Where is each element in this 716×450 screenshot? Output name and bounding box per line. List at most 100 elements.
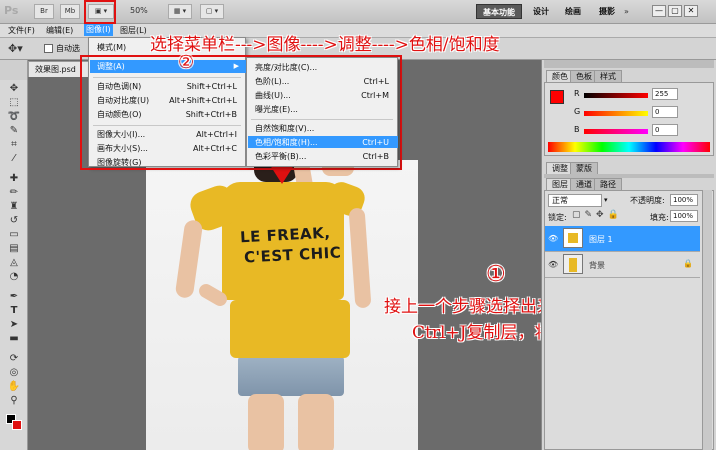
- move-tool-icon[interactable]: ✥: [7, 83, 21, 95]
- blend-mode-select[interactable]: 正常: [548, 194, 602, 207]
- healing-brush-tool-icon[interactable]: ✚: [7, 173, 21, 185]
- brush-tool-icon[interactable]: ✏: [7, 187, 21, 199]
- submenu-hue-saturation-shortcut: Ctrl+U: [362, 138, 389, 147]
- color-spectrum-bar[interactable]: [548, 142, 710, 152]
- submenu-color-balance[interactable]: 色彩平衡(B)...: [255, 151, 306, 162]
- marquee-tool-icon[interactable]: ⬚: [7, 97, 21, 109]
- model-left-leg: [248, 394, 284, 450]
- lock-icons[interactable]: ▢✎✥🔒: [572, 210, 623, 220]
- submenu-hue-saturation[interactable]: 色相/饱和度(H)...: [255, 137, 318, 148]
- b-value-field[interactable]: 0: [652, 124, 678, 136]
- model-right-leg: [298, 394, 334, 450]
- workspace-more-icon[interactable]: »: [624, 7, 629, 16]
- photo-canvas[interactable]: LE FREAK, C'EST CHIC: [146, 158, 418, 450]
- auto-select-checkbox[interactable]: [44, 44, 53, 53]
- zoom-level[interactable]: 50%: [130, 6, 148, 15]
- hand-tool-icon[interactable]: ✋: [7, 381, 21, 393]
- background-color-swatch[interactable]: [12, 420, 22, 430]
- g-value-field[interactable]: 0: [652, 106, 678, 118]
- step1-marker: ①: [486, 262, 506, 287]
- tab-styles[interactable]: 样式: [594, 70, 622, 82]
- layer-name[interactable]: 图层 1: [589, 234, 613, 245]
- application-bar: Ps Br Mb ▣ ▾ 50% ▦ ▾ ▢ ▾ 基本功能 设计 绘画 摄影 »…: [0, 0, 716, 24]
- dodge-tool-icon[interactable]: ◔: [7, 271, 21, 283]
- bridge-button[interactable]: Br: [34, 4, 54, 19]
- pen-tool-icon[interactable]: ✒: [7, 291, 21, 303]
- layer-row[interactable]: 👁 背景 🔒: [545, 252, 700, 278]
- tab-masks[interactable]: 蒙版: [570, 162, 598, 174]
- screen-mode-button[interactable]: ▢ ▾: [200, 4, 224, 19]
- menu-image[interactable]: 图像(I): [84, 24, 113, 36]
- workspace-paint[interactable]: 绘画: [562, 4, 584, 19]
- restore-button[interactable]: ▢: [668, 5, 682, 17]
- step2-instruction: 选择菜单栏--->图像---->调整---->色相/饱和度: [150, 35, 500, 55]
- move-tool-icon[interactable]: ✥▾: [8, 42, 23, 55]
- lasso-tool-icon[interactable]: ➰: [7, 111, 21, 123]
- zoom-tool-icon[interactable]: ⚲: [7, 395, 21, 407]
- crop-tool-icon[interactable]: ⌗: [7, 139, 21, 151]
- b-slider[interactable]: [584, 129, 648, 134]
- eraser-tool-icon[interactable]: ▭: [7, 229, 21, 241]
- r-value-field[interactable]: 255: [652, 88, 678, 100]
- type-tool-icon[interactable]: T: [7, 305, 21, 317]
- submenu-color-balance-shortcut: Ctrl+B: [362, 152, 389, 161]
- workspace-photo[interactable]: 摄影: [596, 4, 618, 19]
- submenu-exposure[interactable]: 曝光度(E)...: [255, 104, 298, 115]
- tab-paths[interactable]: 路径: [594, 178, 622, 190]
- menu-mode[interactable]: 模式(M): [97, 42, 126, 53]
- step2-marker: ②: [178, 52, 195, 73]
- opacity-label: 不透明度:: [630, 196, 665, 205]
- quick-select-tool-icon[interactable]: ✎: [7, 125, 21, 137]
- r-slider[interactable]: [584, 93, 648, 98]
- auto-select-label: 自动选: [56, 44, 80, 53]
- adjust-submenu: 亮度/对比度(C)... 色阶(L)... Ctrl+L 曲线(U)... Ct…: [246, 57, 398, 167]
- clone-stamp-tool-icon[interactable]: ♜: [7, 201, 21, 213]
- 3d-rotate-tool-icon[interactable]: ⟳: [7, 353, 21, 365]
- opacity-field[interactable]: 100%: [670, 194, 698, 206]
- fill-field[interactable]: 100%: [670, 210, 698, 222]
- submenu-levels-shortcut: Ctrl+L: [363, 77, 389, 86]
- b-label: B: [574, 125, 580, 134]
- submenu-curves[interactable]: 曲线(U)...: [255, 90, 291, 101]
- model-tshirt-hem: [230, 300, 350, 358]
- color-fg-swatch[interactable]: [550, 90, 564, 104]
- path-select-tool-icon[interactable]: ➤: [7, 319, 21, 331]
- toolbar-header: [0, 60, 28, 80]
- close-button[interactable]: ✕: [684, 5, 698, 17]
- menu-edit[interactable]: 编辑(E): [46, 25, 73, 37]
- submenu-vibrance[interactable]: 自然饱和度(V)...: [255, 123, 314, 134]
- gradient-tool-icon[interactable]: ▤: [7, 243, 21, 255]
- tools-panel: ✥ ⬚ ➰ ✎ ⌗ ⁄ ✚ ✏ ♜ ↺ ▭ ▤ ◬ ◔ ✒ T ➤ ▬ ⟳ ◎ …: [0, 80, 28, 450]
- shape-tool-icon[interactable]: ▬: [7, 333, 21, 345]
- 3d-orbit-tool-icon[interactable]: ◎: [7, 367, 21, 379]
- visibility-eye-icon[interactable]: 👁: [548, 260, 558, 269]
- menu-file[interactable]: 文件(F): [8, 25, 35, 37]
- panel-collapse-bar[interactable]: [544, 60, 714, 68]
- lock-label: 锁定:: [548, 213, 567, 222]
- r-label: R: [574, 89, 580, 98]
- eyedropper-tool-icon[interactable]: ⁄: [7, 153, 21, 165]
- menu-layer[interactable]: 图层(L): [120, 25, 147, 37]
- submenu-levels[interactable]: 色阶(L)...: [255, 76, 289, 87]
- mini-bridge-button[interactable]: Mb: [60, 4, 80, 19]
- arrange-documents-button[interactable]: ▦ ▾: [168, 4, 192, 19]
- model-right-arm: [348, 207, 372, 309]
- g-slider[interactable]: [584, 111, 648, 116]
- view-extras-highlight: [84, 0, 116, 24]
- blend-mode-arrow-icon: ▾: [604, 196, 608, 204]
- minimize-button[interactable]: —: [652, 5, 666, 17]
- submenu-brightness-contrast[interactable]: 亮度/对比度(C)...: [255, 62, 317, 73]
- workspace-design[interactable]: 设计: [530, 4, 552, 19]
- workspace-basic[interactable]: 基本功能: [476, 4, 522, 19]
- layer-thumbnail: [563, 254, 583, 274]
- submenu-curves-shortcut: Ctrl+M: [361, 91, 389, 100]
- layer-name[interactable]: 背景: [589, 260, 605, 271]
- visibility-eye-icon[interactable]: 👁: [548, 234, 558, 243]
- layers-scrollbar[interactable]: [702, 190, 712, 450]
- layer-lock-icon: 🔒: [683, 259, 693, 268]
- history-brush-tool-icon[interactable]: ↺: [7, 215, 21, 227]
- layer-thumbnail: [563, 228, 583, 248]
- layer-row[interactable]: 👁 图层 1: [545, 226, 700, 252]
- blur-tool-icon[interactable]: ◬: [7, 257, 21, 269]
- menu-separator: [251, 119, 393, 120]
